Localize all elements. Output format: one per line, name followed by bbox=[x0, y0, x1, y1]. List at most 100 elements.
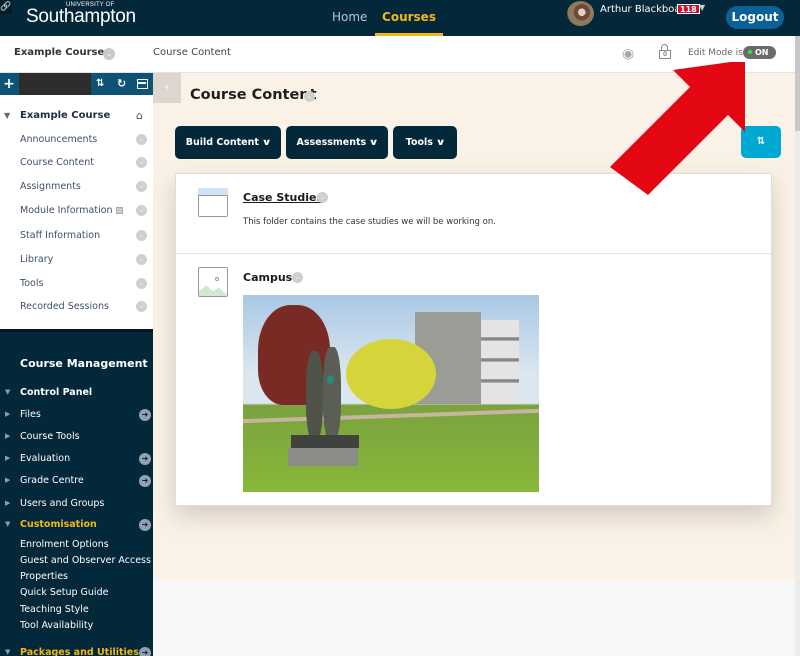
control-panel-header[interactable]: ▼ Control Panel bbox=[0, 387, 153, 403]
tools-button[interactable]: Tools ∨ bbox=[393, 126, 457, 159]
content-item-title-link[interactable]: Case Studies bbox=[243, 191, 323, 204]
customisation-item[interactable]: Properties bbox=[20, 571, 68, 582]
control-panel-item-users-and-groups[interactable]: ▶ Users and Groups bbox=[0, 498, 153, 514]
control-panel-item-evaluation[interactable]: ▶ Evaluation ➜ bbox=[0, 453, 153, 469]
build-content-button[interactable]: Build Content ∨ bbox=[175, 126, 281, 159]
control-panel-item-label[interactable]: Files bbox=[20, 409, 41, 420]
assessments-button[interactable]: Assessments ∨ bbox=[286, 126, 388, 159]
arrow-right-circle-icon[interactable]: ➜ bbox=[139, 409, 151, 421]
control-panel-item-customisation[interactable]: ▼ Customisation ➜ bbox=[0, 519, 153, 535]
add-menu-item-icon[interactable]: + bbox=[0, 73, 18, 95]
item-options-chevron-icon[interactable]: ⌄ bbox=[317, 192, 328, 203]
sidebar-item-label: Tools bbox=[20, 278, 44, 289]
control-panel-item-grade-centre[interactable]: ▶ Grade Centre ➜ bbox=[0, 475, 153, 491]
page-title: Course Content bbox=[190, 87, 317, 103]
user-menu-caret-icon[interactable]: ▼ bbox=[699, 3, 705, 12]
student-preview-eye-icon[interactable]: ◉ bbox=[622, 46, 634, 62]
customisation-item[interactable]: Teaching Style bbox=[20, 604, 89, 615]
customisation-item[interactable]: Quick Setup Guide bbox=[20, 587, 108, 598]
reorder-icon[interactable]: ⇅ bbox=[96, 73, 104, 95]
customisation-item[interactable]: Enrolment Options bbox=[20, 539, 109, 550]
chevron-down-icon[interactable]: ⌄ bbox=[136, 157, 147, 168]
sidebar-item-staff-information[interactable]: Staff Information ⌄ bbox=[20, 230, 153, 246]
control-panel-label[interactable]: Control Panel bbox=[20, 387, 92, 398]
chevron-down-icon[interactable]: ⌄ bbox=[136, 254, 147, 265]
photo-yellow-tree bbox=[346, 339, 436, 409]
chevron-down-icon[interactable]: ⌄ bbox=[136, 205, 147, 216]
expand-triangle-icon[interactable]: ▶ bbox=[5, 499, 10, 507]
photo-sculpture-right bbox=[323, 347, 341, 441]
chevron-down-icon[interactable]: ⌄ bbox=[136, 278, 147, 289]
collapse-sidebar-chevron-left-icon[interactable]: ‹ bbox=[153, 73, 181, 103]
collapse-triangle-icon[interactable]: ▼ bbox=[5, 520, 10, 528]
breadcrumb-course[interactable]: Example Course bbox=[14, 47, 104, 58]
image-icon bbox=[198, 267, 228, 297]
arrow-right-circle-icon[interactable]: ➜ bbox=[139, 519, 151, 531]
control-panel-item-label[interactable]: Users and Groups bbox=[20, 498, 104, 509]
lock-count: 0 bbox=[659, 50, 671, 59]
folder-icon bbox=[198, 188, 228, 217]
photo-building-wing bbox=[481, 320, 519, 404]
sidebar-item-tools[interactable]: Tools ⌄ bbox=[20, 278, 153, 294]
course-management-title: Course Management bbox=[20, 357, 148, 370]
collapse-triangle-icon[interactable]: ▼ bbox=[5, 648, 10, 656]
sidebar-item-label: Library bbox=[20, 254, 54, 265]
sidebar-item-module-information[interactable]: Module Information ⌄ bbox=[20, 205, 153, 221]
customisation-label[interactable]: Customisation bbox=[20, 519, 97, 530]
sidebar-item-announcements[interactable]: Announcements ⌄ bbox=[20, 134, 153, 150]
chevron-down-icon[interactable]: ⌄ bbox=[136, 230, 147, 241]
edit-mode-label: Edit Mode is: bbox=[688, 48, 746, 58]
control-panel-item-label[interactable]: Grade Centre bbox=[20, 475, 84, 486]
chevron-down-icon[interactable]: ⌄ bbox=[136, 134, 147, 145]
reorder-content-button[interactable]: ⇅ bbox=[741, 126, 781, 158]
customisation-item[interactable]: Guest and Observer Access bbox=[20, 555, 151, 566]
collapse-triangle-icon[interactable]: ▼ bbox=[5, 388, 10, 396]
refresh-icon[interactable]: ↻ bbox=[117, 73, 126, 95]
control-panel-item-course-tools[interactable]: ▶ Course Tools bbox=[0, 431, 153, 447]
arrow-right-circle-icon[interactable]: ➜ bbox=[139, 647, 151, 656]
arrow-right-circle-icon[interactable]: ➜ bbox=[139, 453, 151, 465]
customisation-item[interactable]: Tool Availability bbox=[20, 620, 93, 631]
collapse-triangle-icon[interactable]: ▼ bbox=[4, 111, 10, 120]
page-scrollbar[interactable] bbox=[795, 36, 800, 656]
nav-tab-home[interactable]: Home bbox=[332, 0, 367, 36]
page-options-chevron-icon[interactable]: ⌄ bbox=[304, 91, 315, 102]
avatar[interactable] bbox=[567, 1, 594, 26]
display-view-icon[interactable] bbox=[137, 79, 148, 89]
arrow-right-circle-icon[interactable]: ➜ bbox=[139, 475, 151, 487]
sidebar-item-library[interactable]: Library ⌄ bbox=[20, 254, 153, 270]
control-panel-item-label[interactable]: Course Tools bbox=[20, 431, 80, 442]
item-options-chevron-icon[interactable]: ⌄ bbox=[292, 272, 303, 283]
course-menu-chevron-icon[interactable]: ⌄ bbox=[103, 48, 115, 60]
home-icon[interactable]: ⌂ bbox=[136, 109, 143, 122]
content-item-title: Campus bbox=[243, 271, 293, 284]
sidebar-item-course-content[interactable]: Course Content ⌄ bbox=[20, 157, 153, 173]
expand-triangle-icon[interactable]: ▶ bbox=[5, 410, 10, 418]
breadcrumb: Example Course ⌄ Course Content ◉ 0 Edit… bbox=[0, 36, 795, 73]
packages-label[interactable]: Packages and Utilities bbox=[20, 647, 139, 656]
control-panel-item-packages-and-utilities[interactable]: ▼ Packages and Utilities ➜ bbox=[0, 647, 153, 656]
control-panel-item-files[interactable]: ▶ Files ➜ bbox=[0, 409, 153, 425]
notification-badge[interactable]: 118 bbox=[677, 4, 700, 14]
sidebar-course-header[interactable]: ▼ Example Course ⌂ bbox=[0, 109, 153, 125]
control-panel-item-label[interactable]: Evaluation bbox=[20, 453, 70, 464]
photo-plinth bbox=[291, 435, 359, 448]
content-item-description: This folder contains the case studies we… bbox=[243, 217, 496, 227]
edit-mode-toggle[interactable]: ON bbox=[743, 46, 776, 59]
chevron-down-icon[interactable]: ⌄ bbox=[136, 181, 147, 192]
sidebar-item-assignments[interactable]: Assignments ⌄ bbox=[20, 181, 153, 197]
logout-button[interactable]: Logout bbox=[726, 6, 784, 29]
chevron-down-icon[interactable]: ⌄ bbox=[136, 301, 147, 312]
expand-triangle-icon[interactable]: ▶ bbox=[5, 432, 10, 440]
sidebar-item-recorded-sessions[interactable]: Recorded Sessions ⌄ bbox=[20, 301, 153, 317]
expand-triangle-icon[interactable]: ▶ bbox=[5, 454, 10, 462]
chevron-down-icon: ∨ bbox=[261, 138, 272, 148]
sidebar-course-title[interactable]: Example Course bbox=[20, 110, 110, 121]
link-icon[interactable]: 🔗 bbox=[0, 0, 12, 14]
scrollbar-thumb[interactable] bbox=[795, 36, 800, 131]
sidebar-item-label: Course Content bbox=[20, 157, 94, 168]
sidebar-item-label: Announcements bbox=[20, 134, 98, 145]
lock-icon[interactable]: 0 bbox=[659, 44, 671, 60]
expand-triangle-icon[interactable]: ▶ bbox=[5, 476, 10, 484]
nav-tab-courses[interactable]: Courses bbox=[375, 0, 443, 36]
